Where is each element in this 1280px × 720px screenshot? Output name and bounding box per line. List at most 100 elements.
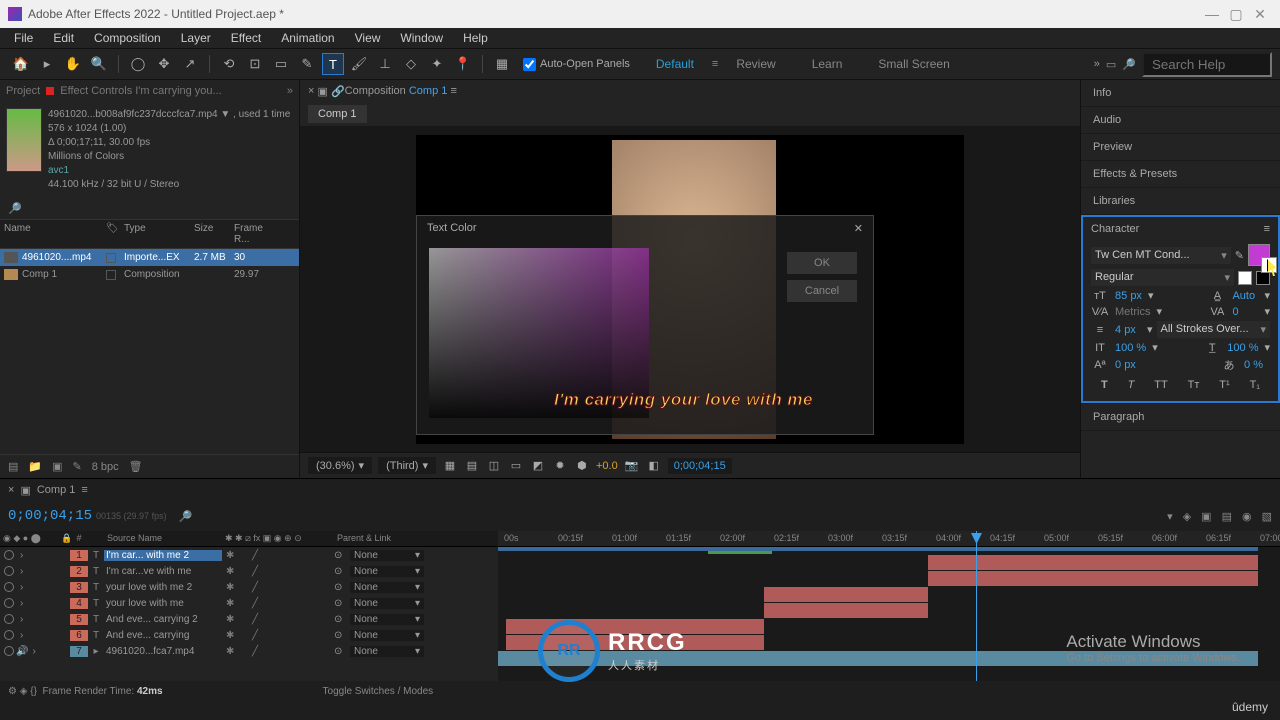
stroke-mode-dropdown[interactable]: All Strokes Over...▾	[1157, 321, 1270, 338]
project-search[interactable]: 🔎	[0, 198, 299, 219]
home-icon[interactable]: 🏠	[10, 53, 32, 75]
panel-info[interactable]: Info	[1081, 80, 1280, 107]
comp-tab[interactable]: Comp 1	[308, 105, 367, 123]
vscale-value[interactable]: 100 %	[1115, 342, 1146, 354]
dolly-tool-icon[interactable]: ↗	[179, 53, 201, 75]
panel-audio[interactable]: Audio	[1081, 107, 1280, 134]
panel-preview[interactable]: Preview	[1081, 134, 1280, 161]
asset-thumbnail[interactable]	[6, 108, 42, 172]
workspace-default[interactable]: Default	[656, 57, 694, 71]
region-icon[interactable]: ▭	[508, 459, 524, 472]
smallcaps-icon[interactable]: Tᴛ	[1188, 379, 1200, 391]
switches-icon[interactable]: ⚙	[8, 686, 17, 697]
baseline-shift-value[interactable]: 0 px	[1115, 359, 1141, 371]
timeline-search[interactable]: 🔎	[179, 510, 193, 523]
guides-icon[interactable]: ▤	[464, 459, 480, 472]
timeline-close-icon[interactable]: ×	[8, 484, 14, 496]
panel-overflow-icon[interactable]: »	[287, 85, 293, 97]
hscale-value[interactable]: 100 %	[1227, 342, 1258, 354]
menu-effect[interactable]: Effect	[221, 31, 271, 45]
allcaps-icon[interactable]: TT	[1154, 379, 1167, 391]
comp-name[interactable]: Comp 1	[409, 85, 448, 97]
grid-icon[interactable]: ▦	[442, 459, 458, 472]
search-help-input[interactable]	[1142, 52, 1272, 77]
resolution-dropdown[interactable]: (Third) ▾	[378, 457, 436, 474]
timeline-layer-row[interactable]: › 4 T your love with me ✱╱ ⊙None▾	[0, 595, 498, 611]
composition-viewer[interactable]: Text Color✕ OK Cancel I'm carrying your …	[300, 126, 1080, 452]
font-weight-dropdown[interactable]: Regular▾	[1091, 269, 1234, 286]
dialog-close-icon[interactable]: ✕	[854, 222, 863, 235]
tracking-value[interactable]: 0	[1232, 306, 1258, 318]
timeline-layer-row[interactable]: › 2 T I'm car...ve with me ✱╱ ⊙None▾	[0, 563, 498, 579]
brush-tool-icon[interactable]: 🖌	[348, 53, 370, 75]
bold-icon[interactable]: T	[1101, 379, 1108, 391]
menu-view[interactable]: View	[345, 31, 391, 45]
project-row[interactable]: 4961020....mp4 Importe...EX 2.7 MB 30	[0, 249, 299, 266]
transparency-icon[interactable]: ◩	[530, 459, 546, 472]
trash-icon[interactable]: 🗑	[129, 460, 143, 473]
eyedropper-icon[interactable]: ✎	[1235, 249, 1244, 262]
edit-workspace-icon[interactable]: ▭	[1106, 58, 1116, 71]
panel-menu-icon[interactable]: ≡	[1264, 223, 1270, 235]
font-family-dropdown[interactable]: Tw Cen MT Cond...▾	[1091, 247, 1231, 264]
modes-icon[interactable]: ◈	[20, 686, 28, 697]
panel-paragraph[interactable]: Paragraph	[1081, 403, 1280, 431]
new-comp-icon[interactable]: ▣	[52, 460, 62, 473]
project-row[interactable]: Comp 1 Composition 29.97	[0, 266, 299, 283]
panel-libraries[interactable]: Libraries	[1081, 188, 1280, 215]
close-button[interactable]: ✕	[1248, 6, 1272, 23]
draft3d-icon[interactable]: ▣	[1201, 510, 1211, 523]
snapshot-icon[interactable]: 📷	[624, 459, 640, 472]
anchor-tool-icon[interactable]: ⊡	[244, 53, 266, 75]
comp-close-icon[interactable]: ×	[308, 85, 314, 97]
roto-tool-icon[interactable]: ✦	[426, 53, 448, 75]
menu-layer[interactable]: Layer	[171, 31, 221, 45]
selection-tool-icon[interactable]: ▸	[36, 53, 58, 75]
adjust-icon[interactable]: ✎	[73, 460, 82, 473]
minimize-button[interactable]: —	[1200, 6, 1224, 22]
bpc-label[interactable]: 8 bpc	[92, 461, 119, 473]
clone-tool-icon[interactable]: ⊥	[374, 53, 396, 75]
new-folder-icon[interactable]: 📁	[28, 460, 42, 473]
hand-tool-icon[interactable]: ✋	[62, 53, 84, 75]
pan-tool-icon[interactable]: ✥	[153, 53, 175, 75]
brackets-icon[interactable]: {}	[30, 686, 37, 697]
timeline-layer-row[interactable]: › 6 T And eve... carrying ✱╱ ⊙None▾	[0, 627, 498, 643]
shy-icon[interactable]: ▾	[1167, 510, 1173, 523]
comp-flow-icon[interactable]: ◈	[1183, 510, 1191, 523]
playhead[interactable]	[976, 531, 977, 681]
timeline-layer-row[interactable]: › 3 T your love with me 2 ✱╱ ⊙None▾	[0, 579, 498, 595]
graph-icon[interactable]: ▧	[1262, 510, 1272, 523]
dialog-cancel-button[interactable]: Cancel	[787, 280, 857, 302]
timeline-layer-row[interactable]: 🔊› 7 ▸ 4961020...fca7.mp4 ✱╱ ⊙None▾	[0, 643, 498, 659]
puppet-tool-icon[interactable]: 📍	[452, 53, 474, 75]
orbit-tool-icon[interactable]: ◯	[127, 53, 149, 75]
pen-tool-icon[interactable]: ✎	[296, 53, 318, 75]
menu-animation[interactable]: Animation	[271, 31, 344, 45]
renderer-icon[interactable]: ⬢	[574, 459, 590, 472]
workspace-learn[interactable]: Learn	[812, 57, 843, 71]
zoom-dropdown[interactable]: (30.6%) ▾	[308, 457, 372, 474]
motion-blur-icon[interactable]: ◉	[1242, 510, 1252, 523]
timeline-layer-row[interactable]: › 1 T I'm car... with me 2 ✱╱ ⊙None▾	[0, 547, 498, 563]
menu-file[interactable]: File	[4, 31, 43, 45]
frame-blend-icon[interactable]: ▤	[1222, 510, 1232, 523]
menu-edit[interactable]: Edit	[43, 31, 84, 45]
leading-value[interactable]: Auto	[1232, 290, 1258, 302]
font-size-value[interactable]: 85 px	[1115, 290, 1142, 302]
fill-color-swatch[interactable]	[1248, 244, 1270, 266]
3d-icon[interactable]: ✹	[552, 459, 568, 472]
menu-help[interactable]: Help	[453, 31, 498, 45]
tab-project[interactable]: Project	[6, 85, 40, 97]
auto-open-checkbox[interactable]: Auto-Open Panels	[523, 58, 630, 71]
viewer-timecode[interactable]: 0;00;04;15	[668, 458, 732, 474]
timeline-comp-name[interactable]: Comp 1	[37, 484, 76, 496]
menu-composition[interactable]: Composition	[84, 31, 171, 45]
italic-icon[interactable]: T	[1128, 379, 1135, 391]
interpret-icon[interactable]: ▤	[8, 460, 18, 473]
toggle-switches-button[interactable]: Toggle Switches / Modes	[323, 686, 434, 697]
subscript-icon[interactable]: T₁	[1250, 379, 1260, 391]
maximize-button[interactable]: ▢	[1224, 6, 1248, 23]
workspace-small[interactable]: Small Screen	[878, 57, 949, 71]
stroke-width-value[interactable]: 4 px	[1115, 324, 1141, 336]
